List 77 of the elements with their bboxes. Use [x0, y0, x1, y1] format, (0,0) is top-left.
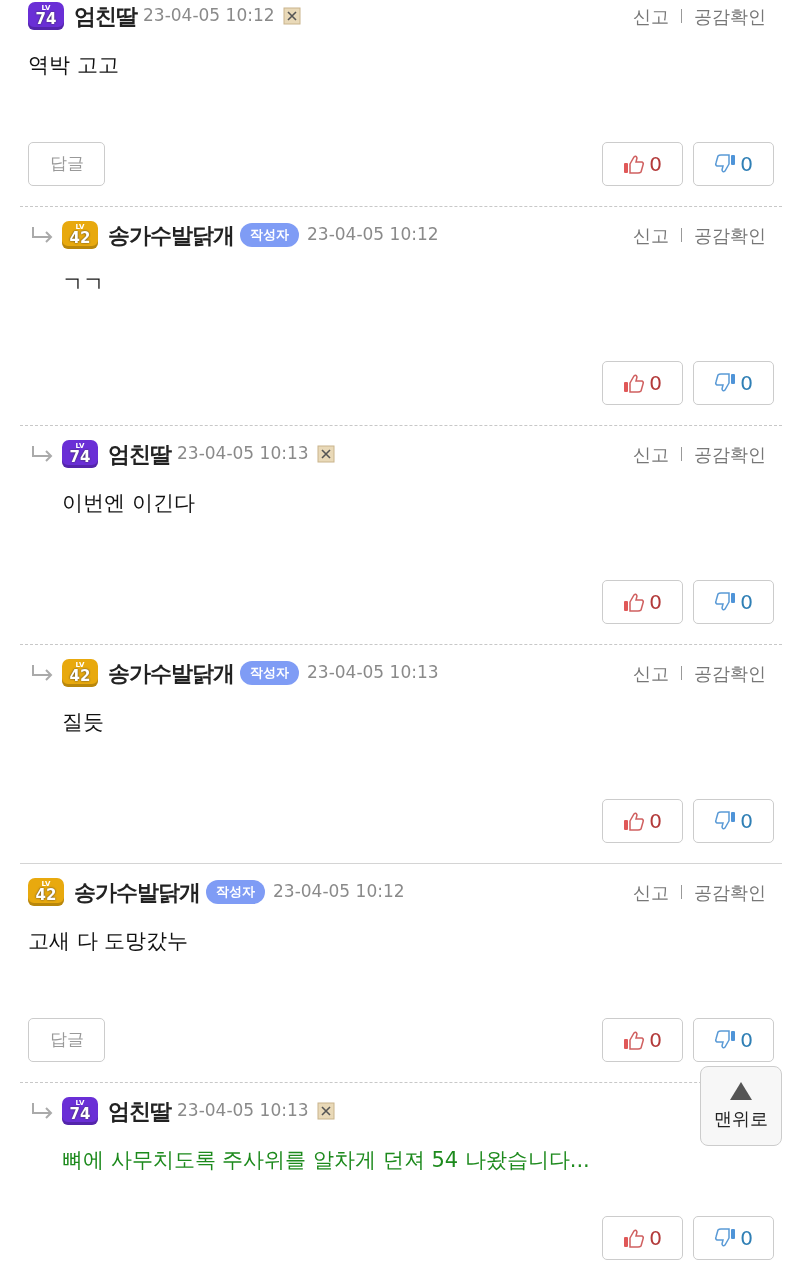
like-count: 0: [649, 808, 662, 835]
report-link[interactable]: 신고: [633, 440, 669, 468]
author-name: 엄친딸: [74, 2, 137, 31]
thumbs-down-icon: [714, 1030, 737, 1050]
thumbs-up-icon: [623, 154, 646, 174]
comment-text: ㄱㄱ: [61, 271, 105, 298]
report-link[interactable]: 신고: [633, 878, 669, 906]
empathy-link[interactable]: 공감확인: [694, 878, 766, 906]
dislike-button[interactable]: 0: [693, 142, 774, 186]
thumbs-up-icon: [623, 592, 646, 612]
dislike-count: 0: [740, 151, 753, 178]
scroll-top-button[interactable]: 맨위로: [700, 1066, 782, 1146]
author-name: 엄친딸: [108, 1097, 171, 1126]
dislike-button[interactable]: 0: [693, 1216, 774, 1260]
author-tag: 작성자: [206, 880, 265, 904]
author-name: 엄친딸: [108, 440, 171, 469]
thumbs-down-icon: [714, 1228, 737, 1248]
thumbs-up-icon: [623, 811, 646, 831]
author-tag: 작성자: [240, 223, 299, 247]
comment-text: 뼈에 사무치도록 주사위를 알차게 던져 54 나왔습니다...: [61, 1147, 591, 1174]
comment-time: 23-04-05 10:12: [273, 880, 405, 904]
thumbs-up-icon: [623, 1030, 646, 1050]
report-link[interactable]: 신고: [633, 221, 669, 249]
report-link[interactable]: 신고: [633, 2, 669, 30]
comment-text: 이번엔 이긴다: [61, 490, 196, 517]
comment-time: 23-04-05 10:12: [143, 4, 275, 28]
empathy-link[interactable]: 공감확인: [694, 221, 766, 249]
dislike-count: 0: [740, 1225, 753, 1252]
like-count: 0: [649, 370, 662, 397]
report-link[interactable]: 신고: [633, 659, 669, 687]
like-button[interactable]: 0: [602, 799, 683, 843]
dislike-count: 0: [740, 808, 753, 835]
up-triangle-icon: [729, 1080, 753, 1101]
level-number: 74: [35, 12, 57, 27]
comment-text: 고새 다 도망갔누: [28, 928, 190, 955]
dislike-count: 0: [740, 1027, 753, 1054]
like-button[interactable]: 0: [602, 361, 683, 405]
thumbs-down-icon: [714, 373, 737, 393]
level-number: 74: [69, 450, 91, 465]
author-name: 송가수발닭개: [108, 659, 234, 688]
like-button[interactable]: 0: [602, 142, 683, 186]
level-number: 42: [35, 888, 57, 903]
dislike-button[interactable]: 0: [693, 1018, 774, 1062]
dislike-count: 0: [740, 370, 753, 397]
dislike-count: 0: [740, 589, 753, 616]
level-number: 42: [69, 231, 91, 246]
like-count: 0: [649, 151, 662, 178]
comment-text: 역박 고고: [28, 52, 120, 79]
like-count: 0: [649, 1225, 662, 1252]
like-button[interactable]: 0: [602, 580, 683, 624]
reply-button[interactable]: 답글: [28, 142, 105, 186]
author-name: 송가수발닭개: [74, 878, 200, 907]
empathy-link[interactable]: 공감확인: [694, 2, 766, 30]
author-tag: 작성자: [240, 661, 299, 685]
thumbs-down-icon: [714, 154, 737, 174]
level-number: 42: [69, 669, 91, 684]
reply-button[interactable]: 답글: [28, 1018, 105, 1062]
dislike-button[interactable]: 0: [693, 361, 774, 405]
empathy-link[interactable]: 공감확인: [694, 440, 766, 468]
thumbs-up-icon: [623, 1228, 646, 1248]
comment-time: 23-04-05 10:13: [177, 442, 309, 466]
dislike-button[interactable]: 0: [693, 580, 774, 624]
dislike-button[interactable]: 0: [693, 799, 774, 843]
comment-text: 질듯: [61, 709, 105, 736]
like-button[interactable]: 0: [602, 1018, 683, 1062]
like-button[interactable]: 0: [602, 1216, 683, 1260]
like-count: 0: [649, 1027, 662, 1054]
comment-time: 23-04-05 10:13: [177, 1099, 309, 1123]
thumbs-up-icon: [623, 373, 646, 393]
thumbs-down-icon: [714, 811, 737, 831]
empathy-link[interactable]: 공감확인: [694, 659, 766, 687]
like-count: 0: [649, 589, 662, 616]
level-number: 74: [69, 1107, 91, 1122]
comment-time: 23-04-05 10:13: [307, 661, 439, 685]
comment-time: 23-04-05 10:12: [307, 223, 439, 247]
author-name: 송가수발닭개: [108, 221, 234, 250]
thumbs-down-icon: [714, 592, 737, 612]
